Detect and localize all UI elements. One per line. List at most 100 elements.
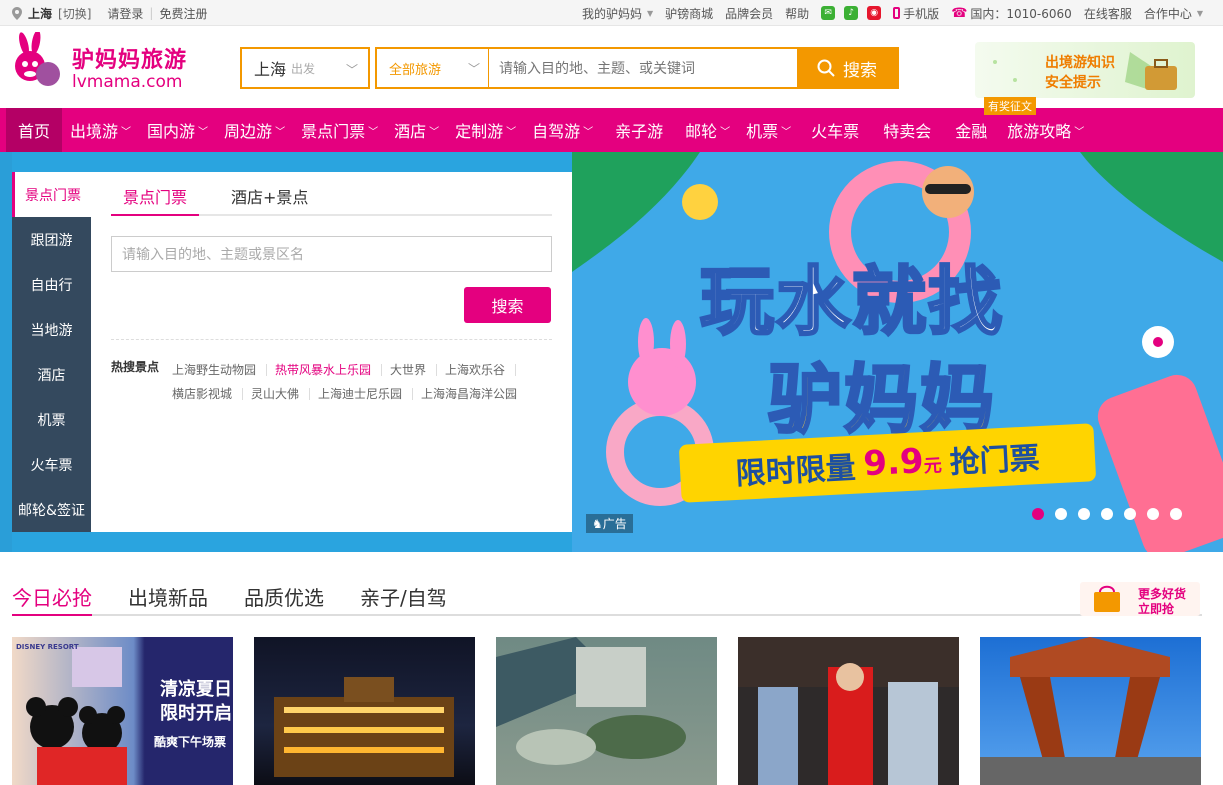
partner-center-menu[interactable]: 合作中心 ▼ xyxy=(1138,5,1209,22)
deal-card[interactable]: 清凉夏日 限时开启 酷爽下午场票 DISNEY RESORT xyxy=(12,637,233,785)
hero-banner[interactable]: 玩水就找 驴妈妈 限时限量 9.9元 抢门票 ♞广告 景点门票 跟团游 自由行 … xyxy=(0,152,1223,552)
rabbit-mascot xyxy=(628,348,696,416)
sidebar-item-hotel[interactable]: 酒店 xyxy=(12,352,91,397)
travel-safety-promo[interactable]: 出境游知识 安全提示 xyxy=(975,42,1195,98)
tab-today-deals[interactable]: 今日必抢 xyxy=(12,578,92,616)
nav-cruise[interactable]: 邮轮 ﹀ xyxy=(677,108,738,152)
card-caption: 清凉夏日 xyxy=(160,679,232,700)
deal-card[interactable] xyxy=(254,637,475,785)
nav-self-drive[interactable]: 自驾游 ﹀ xyxy=(524,108,601,152)
carousel-dot[interactable] xyxy=(1147,508,1159,520)
nav-home[interactable]: 首页 xyxy=(6,108,63,152)
hotline: ☎ 国内：1010-6060 xyxy=(951,5,1072,21)
ribbon-price: 9.9 xyxy=(862,441,925,485)
ribbon-cta: 抢门票 xyxy=(948,441,1041,481)
tab-outbound-new[interactable]: 出境新品 xyxy=(128,578,208,614)
nav-hotel[interactable]: 酒店 ﹀ xyxy=(386,108,447,152)
deal-tabs: 今日必抢 出境新品 品质优选 亲子/自驾 xyxy=(12,578,1202,616)
register-link[interactable]: 免费注册 xyxy=(159,5,207,22)
departure-city-select[interactable]: 上海 出发 ﹀ xyxy=(240,47,370,89)
panel-search-button[interactable]: 搜索 xyxy=(464,287,551,323)
sidebar-item-tickets[interactable]: 景点门票 xyxy=(12,172,91,217)
nav-domestic[interactable]: 国内游 ﹀ xyxy=(139,108,216,152)
sidebar-item-local-tour[interactable]: 当地游 xyxy=(12,307,91,352)
hot-link[interactable]: 热带风暴水上乐园 xyxy=(275,364,383,376)
switch-city-link[interactable]: [切换] xyxy=(58,5,91,22)
brand-domain: lvmama.com xyxy=(72,72,183,92)
hot-link[interactable]: 灵山大佛 xyxy=(251,388,311,400)
nav-flights[interactable]: 机票 ﹀ xyxy=(738,108,799,152)
login-link[interactable]: 请登录 xyxy=(107,5,143,22)
tab-tickets[interactable]: 景点门票 xyxy=(111,172,200,216)
hot-link[interactable]: 上海迪士尼乐园 xyxy=(318,388,414,400)
nav-outbound[interactable]: 出境游 ﹀ xyxy=(62,108,139,152)
main-search-bar: 全部旅游 ﹀ 搜索 xyxy=(375,47,899,89)
nav-tickets[interactable]: 景点门票 ﹀ xyxy=(293,108,386,152)
ribbon-unit: 元 xyxy=(923,455,943,478)
sidebar-item-group-tour[interactable]: 跟团游 xyxy=(12,217,91,262)
shopping-bag-icon xyxy=(1094,585,1120,612)
sidebar-item-trains[interactable]: 火车票 xyxy=(12,442,91,487)
brand-member-link[interactable]: 品牌会员 xyxy=(719,5,779,22)
tab-family-drive[interactable]: 亲子/自驾 xyxy=(360,578,447,614)
sidebar-item-cruise-visa[interactable]: 邮轮&签证 xyxy=(12,487,91,532)
chevron-down-icon: ﹀ xyxy=(583,126,594,138)
hot-link[interactable]: 大世界 xyxy=(390,364,438,376)
carousel-dot[interactable] xyxy=(1101,508,1113,520)
kanazawa-gate-image xyxy=(980,637,1201,785)
chevron-down-icon: ﹀ xyxy=(467,62,480,76)
chevron-down-icon: ﹀ xyxy=(781,126,792,138)
weibo-icon[interactable]: ◉ xyxy=(867,6,882,20)
card-caption: 酷爽下午场票 xyxy=(154,735,227,749)
sidebar-item-free-tour[interactable]: 自由行 xyxy=(12,262,91,307)
deal-card[interactable] xyxy=(980,637,1201,785)
nav-trains[interactable]: 火车票 xyxy=(799,108,871,152)
chevron-down-icon: ﹀ xyxy=(368,126,379,138)
my-lvmama-menu[interactable]: 我的驴妈妈 ▼ xyxy=(576,5,659,22)
online-service-link[interactable]: 在线客服 xyxy=(1078,5,1138,22)
social-icons: ✉ ♪ ◉ xyxy=(815,6,887,20)
top-bar: 上海 [切换] 请登录 | 免费注册 我的驴妈妈 ▼ 驴镑商城 品牌会员 帮助 ✉… xyxy=(0,0,1223,26)
ticket-search-panel: 景点门票 酒店+景点 请输入目的地、主题或景区名 搜索 热搜景点 上海野生动物园… xyxy=(91,172,572,532)
divider: | xyxy=(149,6,154,20)
hot-link[interactable]: 上海海昌海洋公园 xyxy=(421,388,527,400)
essay-contest-badge[interactable]: 有奖征文 xyxy=(984,97,1036,115)
sidebar-item-flights[interactable]: 机票 xyxy=(12,397,91,442)
disney-resort-logo: DISNEY RESORT xyxy=(16,643,79,651)
nav-custom-tour[interactable]: 定制游 ﹀ xyxy=(447,108,524,152)
deal-card[interactable] xyxy=(496,637,717,785)
tab-hotel-tickets[interactable]: 酒店+景点 xyxy=(219,172,320,214)
tab-quality-picks[interactable]: 品质优选 xyxy=(244,578,324,614)
hot-link[interactable]: 上海野生动物园 xyxy=(172,364,268,376)
carousel-dot[interactable] xyxy=(1055,508,1067,520)
carousel-dot[interactable] xyxy=(1124,508,1136,520)
douyin-icon[interactable]: ♪ xyxy=(844,6,859,20)
banner-headline-1: 玩水就找 xyxy=(699,258,1004,347)
carousel-dot[interactable] xyxy=(1170,508,1182,520)
nav-nearby[interactable]: 周边游 ﹀ xyxy=(216,108,293,152)
lvbang-mall-link[interactable]: 驴镑商城 xyxy=(659,5,719,22)
destination-input[interactable]: 请输入目的地、主题或景区名 xyxy=(111,236,552,272)
more-deals-button[interactable]: 更多好货 立即抢 xyxy=(1080,582,1200,616)
wechat-icon[interactable]: ✉ xyxy=(821,6,836,20)
help-link[interactable]: 帮助 xyxy=(779,5,815,22)
resort-aerial-image xyxy=(496,637,686,765)
nav-family[interactable]: 亲子游 xyxy=(601,108,677,152)
current-city: 上海 xyxy=(28,6,53,21)
category-value: 全部旅游 xyxy=(389,62,442,78)
site-logo[interactable]: 驴妈妈旅游 lvmama.com xyxy=(10,30,190,92)
hot-link[interactable]: 上海欢乐谷 xyxy=(445,364,517,376)
mobile-version-link[interactable]: 手机版 xyxy=(887,5,945,22)
promo-title: 出境游知识 xyxy=(1045,55,1115,71)
carousel-dot[interactable] xyxy=(1078,508,1090,520)
hot-search-label: 热搜景点 xyxy=(111,360,160,374)
hot-link[interactable]: 横店影视城 xyxy=(172,388,244,400)
nav-flash-sale[interactable]: 特卖会 xyxy=(871,108,943,152)
carousel-dot[interactable] xyxy=(1032,508,1044,520)
search-input[interactable] xyxy=(489,49,797,87)
search-button-label: 搜索 xyxy=(843,60,877,81)
search-button[interactable]: 搜索 xyxy=(797,49,897,87)
category-select[interactable]: 全部旅游 ﹀ xyxy=(377,49,489,87)
deal-card[interactable] xyxy=(738,637,959,785)
chevron-down-icon: ﹀ xyxy=(720,126,731,138)
